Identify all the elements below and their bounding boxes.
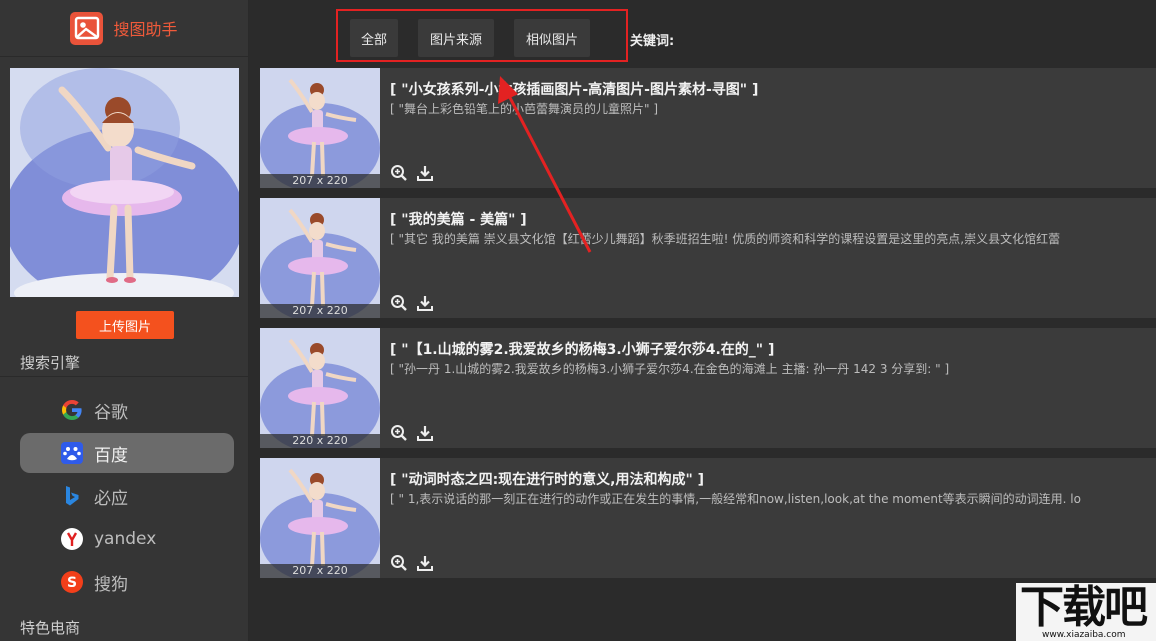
brand: 搜图助手 — [0, 0, 248, 57]
result-actions — [390, 164, 434, 182]
engine-label: 搜狗 — [94, 574, 128, 595]
result-thumbnail[interactable]: 207 x 220 — [260, 68, 380, 188]
image-dimensions: 207 x 220 — [260, 304, 380, 318]
engine-label: 百度 — [94, 445, 128, 466]
result-title[interactable]: [ "【1.山城的雾2.我爱故乡的杨梅3.小狮子爱尔莎4.在的_" ] — [390, 339, 774, 359]
engine-label: 谷歌 — [94, 402, 128, 423]
uploaded-image-preview — [10, 68, 239, 297]
engine-label: yandex — [94, 529, 157, 549]
engine-google[interactable]: 谷歌 — [20, 390, 234, 430]
result-item[interactable]: 207 x 220 [ "小女孩系列-小女孩插画图片-高清图片-图片素材-寻图"… — [260, 68, 1156, 188]
bing-icon — [59, 484, 84, 509]
result-description: [ "孙一丹 1.山城的雾2.我爱故乡的杨梅3.小狮子爱尔莎4.在金色的海滩上 … — [390, 362, 950, 376]
result-thumbnail[interactable]: 207 x 220 — [260, 458, 380, 578]
result-actions — [390, 294, 434, 312]
result-thumbnail[interactable]: 220 x 220 — [260, 328, 380, 448]
watermark-url: www.xiazaiba.com — [1042, 630, 1126, 640]
engine-sogou[interactable]: S 搜狗 — [20, 562, 234, 602]
results-panel: 全部 图片来源 相似图片 关键词: 207 x 220 ["小女孩系列-小女孩… — [250, 0, 1156, 641]
result-thumbnail[interactable]: 207 x 220 — [260, 198, 380, 318]
sidebar: 搜图助手 上传图片 搜索引擎 谷歌 百度 必应 yandex S 搜狗 特色电商 — [0, 0, 249, 641]
result-title[interactable]: [ "动词时态之四:现在进行时的意义,用法和构成" ] — [390, 469, 704, 489]
annotation-highlight-box — [336, 9, 628, 62]
yandex-icon — [59, 527, 84, 552]
sogou-icon: S — [59, 570, 84, 595]
result-item[interactable]: 207 x 220 [ "我的美篇 - 美篇" ] [ "其它 我的美篇 崇义县… — [260, 198, 1156, 318]
result-actions — [390, 424, 434, 442]
result-item[interactable]: 220 x 220 [ "【1.山城的雾2.我爱故乡的杨梅3.小狮子爱尔莎4.在… — [260, 328, 1156, 448]
engine-baidu[interactable]: 百度 — [20, 433, 234, 473]
image-dimensions: 207 x 220 — [260, 564, 380, 578]
baidu-paw-icon — [59, 441, 84, 466]
engine-bing[interactable]: 必应 — [20, 476, 234, 516]
engine-yandex[interactable]: yandex — [20, 519, 234, 559]
result-title[interactable]: [ "我的美篇 - 美篇" ] — [390, 209, 527, 229]
keyword-label: 关键词: — [630, 34, 675, 49]
site-watermark: 下载吧 www.xiazaiba.com — [1016, 583, 1156, 641]
featured-ecommerce-heading: 特色电商 — [20, 619, 81, 637]
download-icon[interactable] — [416, 554, 434, 572]
search-engines-heading: 搜索引擎 — [20, 354, 81, 372]
zoom-in-icon[interactable] — [390, 164, 408, 182]
google-icon — [59, 398, 84, 423]
upload-image-button[interactable]: 上传图片 — [76, 311, 174, 339]
result-description: [ "其它 我的美篇 崇义县文化馆【红蕾少儿舞蹈】秋季班招生啦! 优质的师资和科… — [390, 232, 1061, 246]
zoom-in-icon[interactable] — [390, 424, 408, 442]
image-logo-icon — [70, 11, 104, 45]
engine-label: 必应 — [94, 488, 128, 509]
zoom-in-icon[interactable] — [390, 294, 408, 312]
download-icon[interactable] — [416, 294, 434, 312]
app-title: 搜图助手 — [113, 20, 178, 39]
image-dimensions: 220 x 220 — [260, 434, 380, 448]
divider — [0, 376, 249, 377]
download-icon[interactable] — [416, 164, 434, 182]
result-item[interactable]: 207 x 220 [ "动词时态之四:现在进行时的意义,用法和构成" ] [ … — [260, 458, 1156, 578]
tab-bar: 全部 图片来源 相似图片 关键词: — [250, 0, 1156, 62]
result-description: [ "舞台上彩色铅笔上的小芭蕾舞演员的儿童照片" ] — [390, 102, 659, 116]
watermark-logo-text: 下载吧 — [1020, 582, 1148, 633]
result-description: [ " 1,表示说话的那一刻正在进行的动作或正在发生的事情,一般经常和now,l… — [390, 492, 1081, 506]
app-window: 搜图助手 上传图片 搜索引擎 谷歌 百度 必应 yandex S 搜狗 特色电商… — [0, 0, 1156, 641]
svg-text:S: S — [66, 575, 76, 591]
download-icon[interactable] — [416, 424, 434, 442]
zoom-in-icon[interactable] — [390, 554, 408, 572]
result-title[interactable]: [ "小女孩系列-小女孩插画图片-高清图片-图片素材-寻图" ] — [390, 79, 758, 99]
result-actions — [390, 554, 434, 572]
image-dimensions: 207 x 220 — [260, 174, 380, 188]
